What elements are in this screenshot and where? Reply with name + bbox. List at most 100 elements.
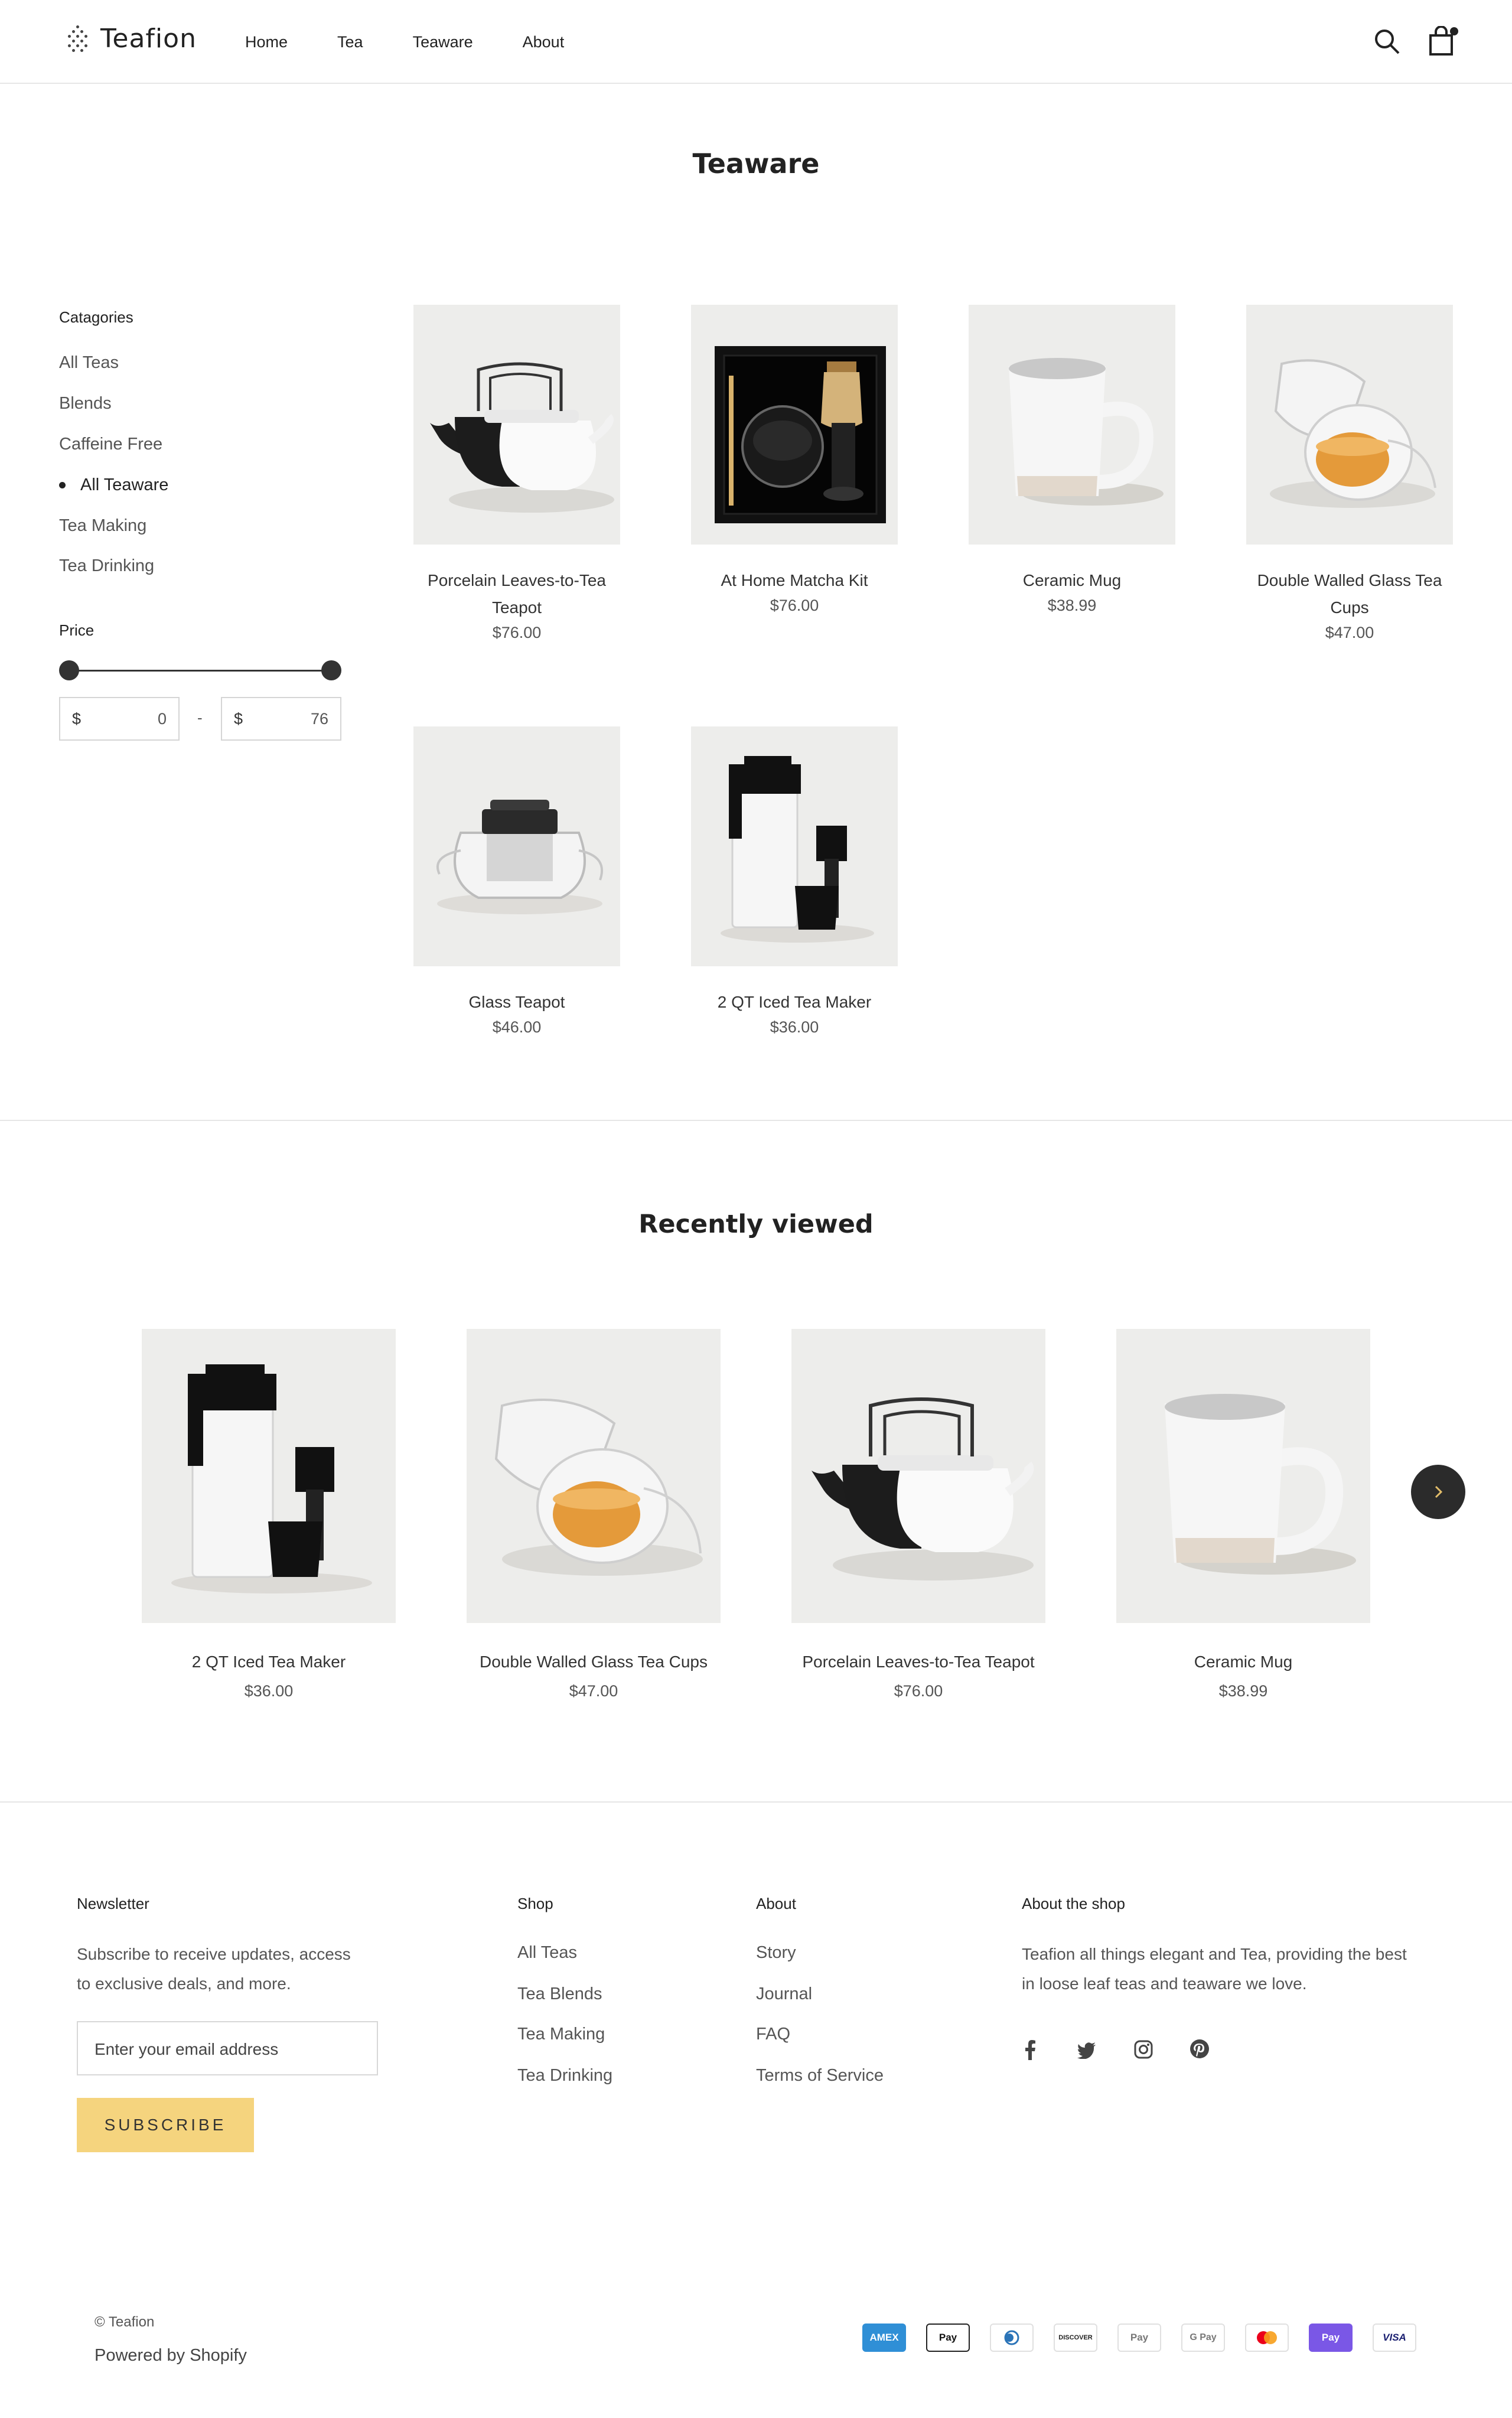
footer-link-story[interactable]: Story xyxy=(756,1943,796,1963)
product-card[interactable]: Double Walled Glass Tea Cups $47.00 xyxy=(1246,305,1453,642)
nav-teaware[interactable]: Teaware xyxy=(413,33,473,51)
nav-about[interactable]: About xyxy=(523,33,565,51)
product-price: $46.00 xyxy=(492,1018,542,1036)
product-image[interactable] xyxy=(413,305,620,545)
price-min-value: 0 xyxy=(157,710,167,728)
recently-viewed-card[interactable]: 2 QT Iced Tea Maker $36.00 xyxy=(142,1329,396,1700)
price-slider-min-handle[interactable] xyxy=(59,660,79,680)
about-heading: About xyxy=(756,1895,796,1912)
category-all-teaware[interactable]: All Teaware xyxy=(80,475,168,495)
product-image[interactable] xyxy=(413,726,620,966)
footer-link-tea-drinking[interactable]: Tea Drinking xyxy=(517,2066,612,2085)
product-image[interactable] xyxy=(791,1329,1045,1623)
main-nav: Home Tea Teaware About xyxy=(245,33,614,51)
logo-text: Teafion xyxy=(100,24,197,54)
recently-viewed-card[interactable]: Ceramic Mug $38.99 xyxy=(1116,1329,1370,1700)
apple-pay-icon: Pay xyxy=(926,2324,970,2352)
shop-pay-icon: Pay xyxy=(1309,2324,1353,2352)
product-price: $38.99 xyxy=(1218,1682,1268,1700)
product-name[interactable]: Porcelain Leaves-to-Tea Teapot xyxy=(413,567,620,621)
price-heading: Price xyxy=(59,621,94,639)
mastercard-icon xyxy=(1245,2324,1289,2352)
footer-link-terms[interactable]: Terms of Service xyxy=(756,2066,884,2085)
newsletter-email-input[interactable]: Enter your email address xyxy=(77,2021,378,2075)
site-header: Teafion Home Tea Teaware About xyxy=(0,0,1512,84)
product-name[interactable]: Double Walled Glass Tea Cups xyxy=(1246,567,1453,621)
footer-link-all-teas[interactable]: All Teas xyxy=(517,1943,577,1963)
chevron-right-icon xyxy=(1435,1485,1443,1498)
category-all-teas[interactable]: All Teas xyxy=(59,353,119,373)
product-image[interactable] xyxy=(142,1329,396,1623)
product-name[interactable]: 2 QT Iced Tea Maker xyxy=(142,1650,396,1674)
product-image[interactable] xyxy=(691,726,898,966)
nav-home[interactable]: Home xyxy=(245,33,288,51)
gpay-icon: G Pay xyxy=(1181,2324,1225,2352)
diners-club-icon xyxy=(990,2324,1034,2352)
google-pay-icon: Pay xyxy=(1117,2324,1161,2352)
product-card[interactable]: Ceramic Mug $38.99 xyxy=(969,305,1175,615)
product-name[interactable]: Double Walled Glass Tea Cups xyxy=(467,1650,721,1674)
newsletter-text-line1: Subscribe to receive updates, access xyxy=(77,1945,351,1963)
category-blends[interactable]: Blends xyxy=(59,394,112,413)
newsletter-text-line2: to exclusive deals, and more. xyxy=(77,1974,291,1993)
price-min-input[interactable]: $ 0 xyxy=(59,697,180,741)
logo-icon xyxy=(65,24,91,54)
search-icon[interactable] xyxy=(1373,27,1401,56)
footer-link-tea-blends[interactable]: Tea Blends xyxy=(517,1984,602,2004)
recently-viewed-card[interactable]: Double Walled Glass Tea Cups $47.00 xyxy=(467,1329,721,1700)
product-image[interactable] xyxy=(691,305,898,545)
instagram-icon[interactable] xyxy=(1134,2040,1153,2059)
product-name[interactable]: At Home Matcha Kit xyxy=(691,567,898,594)
price-slider-max-handle[interactable] xyxy=(321,660,341,680)
facebook-icon[interactable] xyxy=(1023,2040,1037,2060)
price-slider-track[interactable] xyxy=(70,670,332,672)
newsletter-heading: Newsletter xyxy=(77,1895,149,1912)
visa-icon: VISA xyxy=(1373,2324,1416,2352)
footer-link-journal[interactable]: Journal xyxy=(756,1984,812,2004)
product-price: $47.00 xyxy=(1325,624,1374,641)
product-image[interactable] xyxy=(1246,305,1453,545)
product-price: $76.00 xyxy=(770,597,819,614)
price-max-value: 76 xyxy=(310,710,328,728)
powered-by-link[interactable]: Powered by Shopify xyxy=(94,2346,247,2365)
about-shop-text-line2: in loose leaf teas and teaware we love. xyxy=(1022,1974,1307,1993)
product-image[interactable] xyxy=(467,1329,721,1623)
product-price: $76.00 xyxy=(894,1682,943,1700)
product-name[interactable]: Glass Teapot xyxy=(413,989,620,1016)
footer-divider xyxy=(0,1801,1512,1803)
product-card[interactable]: Porcelain Leaves-to-Tea Teapot $76.00 xyxy=(413,305,620,642)
currency-label: $ xyxy=(234,710,243,728)
product-price: $36.00 xyxy=(244,1682,294,1700)
logo[interactable]: Teafion xyxy=(65,24,197,54)
subscribe-button[interactable]: SUBSCRIBE xyxy=(77,2098,254,2152)
twitter-icon[interactable] xyxy=(1077,2042,1096,2059)
product-card[interactable]: At Home Matcha Kit $76.00 xyxy=(691,305,898,615)
currency-label: $ xyxy=(72,710,82,728)
about-shop-heading: About the shop xyxy=(1022,1895,1125,1912)
product-name[interactable]: Porcelain Leaves-to-Tea Teapot xyxy=(791,1650,1045,1674)
section-divider xyxy=(0,1120,1512,1121)
active-bullet-icon xyxy=(59,482,66,488)
footer-link-tea-making[interactable]: Tea Making xyxy=(517,2025,605,2044)
price-separator: - xyxy=(197,709,203,726)
page-title: Teaware xyxy=(692,148,820,180)
product-name[interactable]: 2 QT Iced Tea Maker xyxy=(691,989,898,1016)
product-card[interactable]: Glass Teapot $46.00 xyxy=(413,726,620,1037)
product-image[interactable] xyxy=(969,305,1175,545)
product-name[interactable]: Ceramic Mug xyxy=(969,567,1175,594)
footer-link-faq[interactable]: FAQ xyxy=(756,2025,790,2044)
cart-icon[interactable] xyxy=(1428,26,1461,57)
nav-tea[interactable]: Tea xyxy=(337,33,363,51)
category-tea-drinking[interactable]: Tea Drinking xyxy=(59,556,154,576)
category-caffeine-free[interactable]: Caffeine Free xyxy=(59,435,162,454)
amex-icon: AMEX xyxy=(862,2324,906,2352)
carousel-next-button[interactable] xyxy=(1411,1465,1465,1519)
category-tea-making[interactable]: Tea Making xyxy=(59,516,146,536)
recently-viewed-card[interactable]: Porcelain Leaves-to-Tea Teapot $76.00 xyxy=(791,1329,1045,1700)
product-card[interactable]: 2 QT Iced Tea Maker $36.00 xyxy=(691,726,898,1037)
product-image[interactable] xyxy=(1116,1329,1370,1623)
pinterest-icon[interactable] xyxy=(1190,2039,1210,2059)
product-price: $38.99 xyxy=(1047,597,1097,614)
product-name[interactable]: Ceramic Mug xyxy=(1116,1650,1370,1674)
price-max-input[interactable]: $ 76 xyxy=(221,697,341,741)
